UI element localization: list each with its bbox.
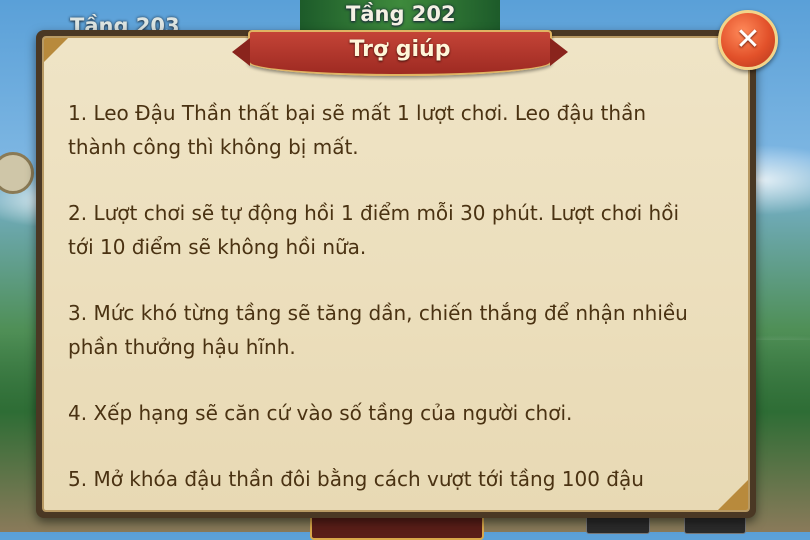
help-item-2: 2. Lượt chơi sẽ tự động hồi 1 điểm mỗi 3… (68, 201, 680, 259)
floor-label-current: Tầng 202 (346, 2, 456, 26)
dialog-parchment: 1. Leo Đậu Thần thất bại sẽ mất 1 lượt c… (42, 36, 750, 512)
help-content: 1. Leo Đậu Thần thất bại sẽ mất 1 lượt c… (68, 96, 708, 510)
corner-ornament-top-left (44, 38, 70, 64)
close-icon: ✕ (735, 22, 761, 57)
corner-ornament-bottom-right (716, 478, 748, 510)
help-dialog: 1. Leo Đậu Thần thất bại sẽ mất 1 lượt c… (36, 30, 756, 518)
title-ribbon: Trợ giúp (232, 30, 568, 76)
help-item-4: 4. Xếp hạng sẽ căn cứ vào số tầng của ng… (68, 401, 573, 425)
close-button[interactable]: ✕ (718, 10, 778, 70)
help-item-5: 5. Mở khóa đậu thần đôi bằng cách vượt t… (68, 467, 644, 491)
dialog-title: Trợ giúp (349, 37, 451, 62)
help-item-3: 3. Mức khó từng tầng sẽ tăng dần, chiến … (68, 301, 688, 359)
help-item-1: 1. Leo Đậu Thần thất bại sẽ mất 1 lượt c… (68, 101, 647, 159)
